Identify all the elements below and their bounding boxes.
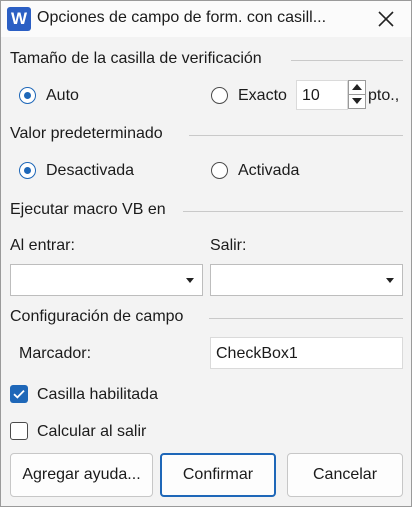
- spin-up-arrow-icon: [352, 84, 362, 90]
- default-on-radio[interactable]: [211, 162, 228, 179]
- calc-on-exit-checkbox[interactable]: [10, 422, 28, 440]
- size-auto-label[interactable]: Auto: [46, 87, 79, 105]
- chevron-down-icon: [186, 278, 194, 283]
- group-divider: [209, 318, 403, 319]
- enabled-checkbox[interactable]: [10, 385, 28, 403]
- word-app-icon: W: [7, 7, 31, 31]
- calc-on-exit-label[interactable]: Calcular al salir: [37, 423, 146, 441]
- on-entry-dropdown[interactable]: [10, 264, 203, 296]
- size-auto-radio[interactable]: [19, 87, 36, 104]
- checkmark-icon: [13, 389, 25, 399]
- form-field-options-dialog: W Opciones de campo de form. con casill.…: [0, 0, 412, 507]
- spin-down-button[interactable]: [349, 95, 365, 108]
- on-exit-dropdown[interactable]: [210, 264, 403, 296]
- size-unit-label: pto.,: [368, 87, 400, 104]
- window-title: Opciones de campo de form. con casill...: [37, 9, 327, 26]
- default-off-label[interactable]: Desactivada: [46, 162, 134, 180]
- add-help-button[interactable]: Agregar ayuda...: [10, 453, 153, 497]
- cancel-button[interactable]: Cancelar: [287, 453, 403, 497]
- exact-size-stepper[interactable]: [348, 80, 366, 109]
- enabled-label[interactable]: Casilla habilitada: [37, 386, 158, 404]
- chevron-down-icon: [386, 278, 394, 283]
- group-divider: [183, 211, 403, 212]
- default-value-header: Valor predeterminado: [10, 125, 163, 142]
- on-entry-label: Al entrar:: [10, 237, 75, 254]
- title-bar: W Opciones de campo de form. con casill.…: [1, 1, 411, 37]
- field-settings-header: Configuración de campo: [10, 308, 184, 325]
- exact-size-input[interactable]: 10: [296, 80, 348, 110]
- bookmark-input[interactable]: CheckBox1: [210, 337, 403, 369]
- size-exact-radio[interactable]: [211, 87, 228, 104]
- size-exact-label[interactable]: Exacto: [238, 87, 287, 105]
- on-exit-label: Salir:: [210, 237, 247, 254]
- default-on-label[interactable]: Activada: [238, 162, 299, 180]
- group-divider: [291, 60, 403, 61]
- default-off-radio[interactable]: [19, 162, 36, 179]
- bookmark-label: Marcador:: [19, 345, 92, 362]
- group-divider: [189, 135, 403, 136]
- spin-down-arrow-icon: [352, 98, 362, 104]
- spin-up-button[interactable]: [349, 81, 365, 95]
- ok-button[interactable]: Confirmar: [160, 453, 276, 497]
- close-icon[interactable]: [374, 7, 398, 31]
- run-macro-header: Ejecutar macro VB en: [10, 201, 166, 218]
- checkbox-size-header: Tamaño de la casilla de verificación: [10, 50, 262, 67]
